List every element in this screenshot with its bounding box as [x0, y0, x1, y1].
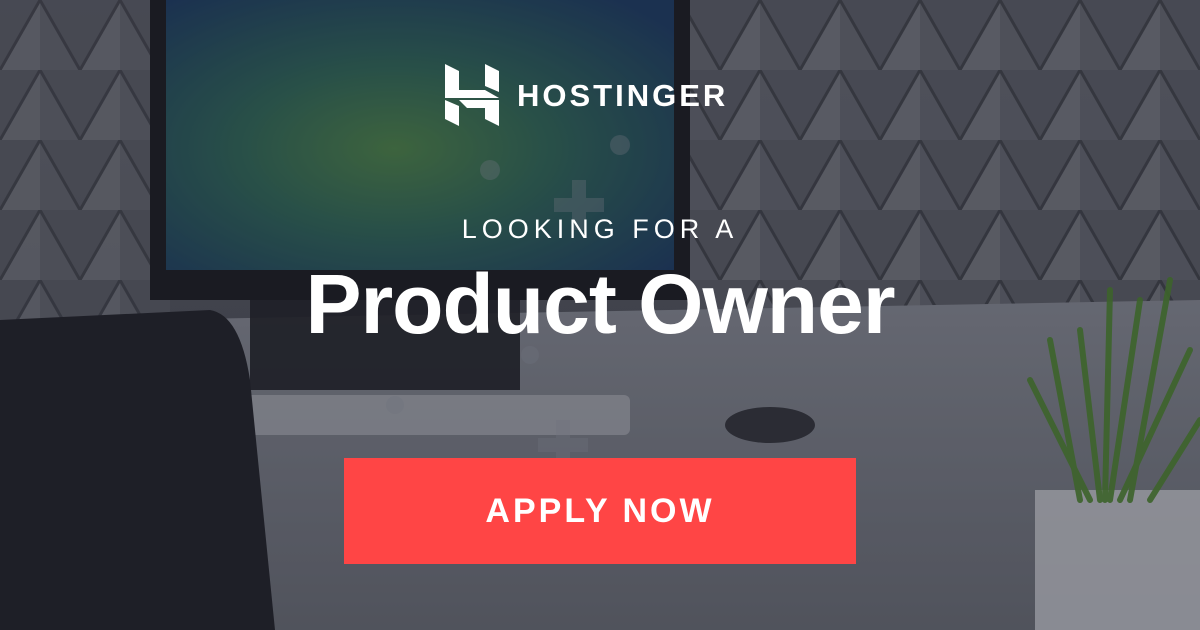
job-ad-banner: HOSTINGER LOOKING FOR A Product Owner AP… — [0, 0, 1200, 630]
ad-content: HOSTINGER LOOKING FOR A Product Owner AP… — [0, 0, 1200, 630]
hostinger-h-logo-icon — [445, 64, 499, 126]
brand-logo[interactable]: HOSTINGER — [445, 64, 728, 126]
eyebrow-text: LOOKING FOR A — [461, 214, 739, 244]
apply-now-button[interactable]: APPLY NOW — [344, 458, 856, 564]
brand-name: HOSTINGER — [517, 77, 729, 113]
job-title: Product Owner — [305, 257, 895, 351]
